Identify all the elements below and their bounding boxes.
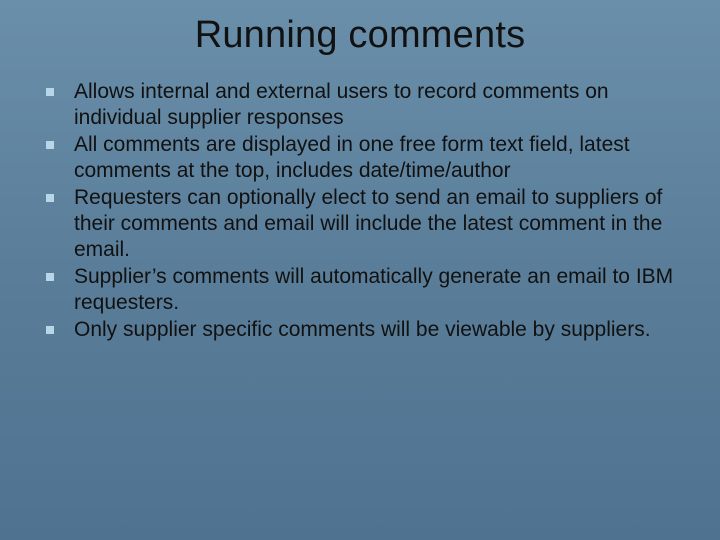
list-item: Requesters can optionally elect to send …: [40, 185, 684, 262]
list-item-text: All comments are displayed in one free f…: [74, 133, 630, 182]
slide: Running comments Allows internal and ext…: [0, 0, 720, 540]
list-item: All comments are displayed in one free f…: [40, 132, 684, 183]
list-item: Only supplier specific comments will be …: [40, 317, 684, 343]
list-item: Supplier’s comments will automatically g…: [40, 264, 684, 315]
list-item: Allows internal and external users to re…: [40, 79, 684, 130]
list-item-text: Supplier’s comments will automatically g…: [74, 265, 673, 314]
square-bullet-icon: [46, 273, 54, 281]
square-bullet-icon: [46, 194, 54, 202]
page-title: Running comments: [36, 14, 684, 57]
square-bullet-icon: [46, 326, 54, 334]
bullet-list: Allows internal and external users to re…: [40, 79, 684, 343]
list-item-text: Requesters can optionally elect to send …: [74, 186, 662, 260]
square-bullet-icon: [46, 88, 54, 96]
square-bullet-icon: [46, 141, 54, 149]
list-item-text: Only supplier specific comments will be …: [74, 318, 651, 341]
list-item-text: Allows internal and external users to re…: [74, 80, 609, 129]
